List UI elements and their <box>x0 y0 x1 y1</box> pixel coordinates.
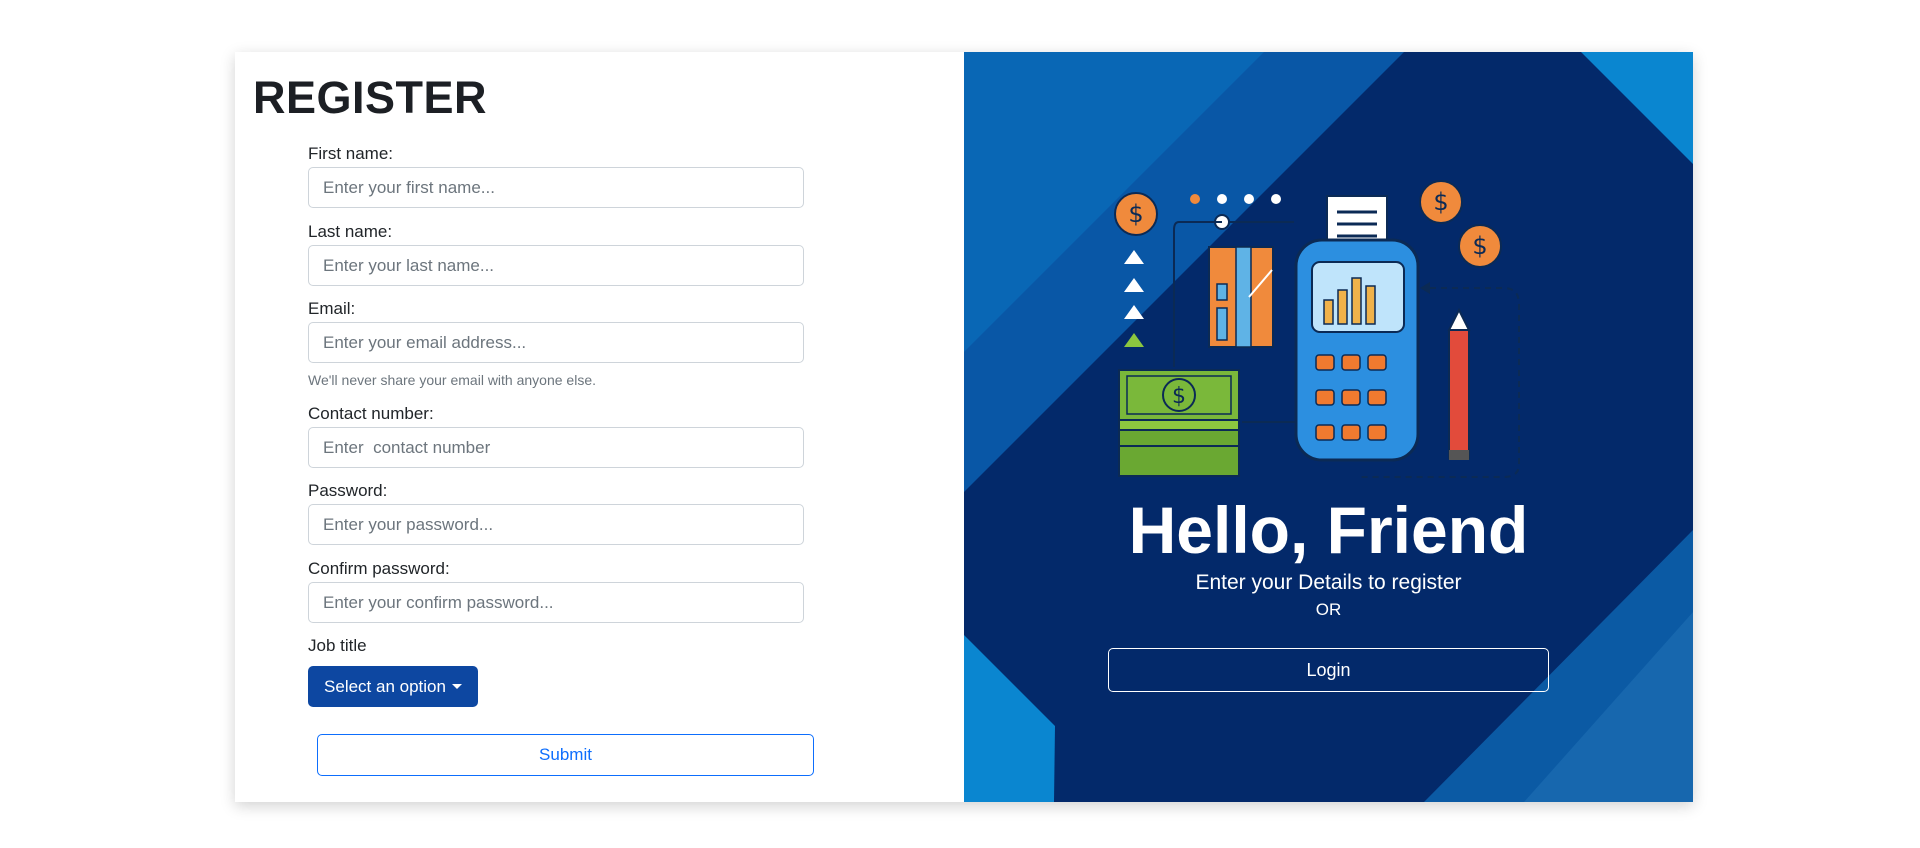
svg-text:$: $ <box>1172 384 1186 409</box>
svg-text:$: $ <box>1433 188 1448 216</box>
welcome-panel: $ $ $ $ Hello, Friend Enter your Details… <box>964 52 1693 802</box>
hero-subtitle: Enter your Details to register <box>1195 571 1462 594</box>
svg-text:$: $ <box>1128 200 1143 228</box>
submit-button[interactable]: Submit <box>317 734 814 776</box>
password-label: Password: <box>308 481 388 500</box>
email-help-text: We'll never share your email with anyone… <box>308 372 596 388</box>
job-title-label: Job title <box>308 636 367 655</box>
last-name-input[interactable] <box>308 245 804 286</box>
job-title-dropdown[interactable]: Select an option <box>308 666 478 707</box>
coin-icon: $ <box>1419 180 1463 224</box>
contact-number-input[interactable] <box>308 427 804 468</box>
login-button[interactable]: Login <box>1108 648 1549 692</box>
register-form-panel: REGISTER First name: Last name: Email: W… <box>235 52 964 802</box>
svg-text:$: $ <box>1472 232 1487 260</box>
email-input[interactable] <box>308 322 804 363</box>
password-input[interactable] <box>308 504 804 545</box>
contact-number-label: Contact number: <box>308 404 434 423</box>
register-card: REGISTER First name: Last name: Email: W… <box>235 52 1693 802</box>
first-name-input[interactable] <box>308 167 804 208</box>
coin-icon: $ <box>1458 224 1502 268</box>
coin-icon: $ <box>1114 192 1158 236</box>
job-title-dropdown-label: Select an option <box>324 676 446 696</box>
last-name-label: Last name: <box>308 222 393 241</box>
email-label: Email: <box>308 299 356 318</box>
caret-down-icon <box>451 684 462 689</box>
page-title: REGISTER <box>253 72 488 123</box>
first-name-label: First name: <box>308 144 394 163</box>
hero-heading: Hello, Friend <box>1128 493 1529 567</box>
or-separator: OR <box>1315 600 1342 619</box>
confirm-password-label: Confirm password: <box>308 559 450 578</box>
confirm-password-input[interactable] <box>308 582 804 623</box>
